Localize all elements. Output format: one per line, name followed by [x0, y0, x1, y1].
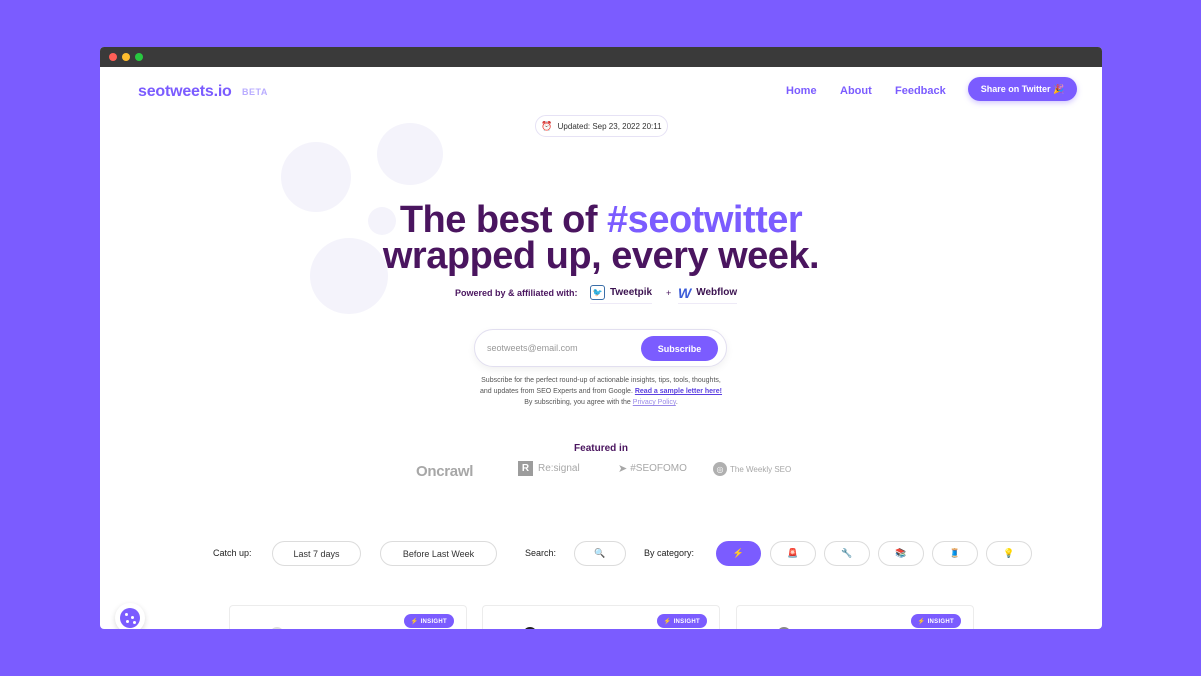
category-threads-button[interactable]: 🧵: [932, 541, 978, 566]
seofomo-name: #SEOFOMO: [630, 463, 687, 474]
alarm-clock-icon: ⏰: [541, 120, 553, 131]
cookie-icon: [120, 608, 140, 628]
tweet-card[interactable]: ⚡ INSIGHT: [736, 605, 974, 629]
tweetpik-logo-icon: 🐦: [590, 285, 605, 300]
weekly-seo-name: The Weekly SEO: [730, 464, 792, 474]
seofomo-logo: ➤ #SEOFOMO: [618, 462, 687, 475]
search-icon: 🔍: [594, 548, 606, 558]
siren-icon: 🚨: [787, 548, 799, 558]
catch-up-label: Catch up:: [213, 548, 252, 558]
tweet-card[interactable]: ⚡ INSIGHT: [482, 605, 720, 629]
page-content: seotweets.io BETA Home About Feedback Sh…: [100, 67, 1102, 629]
search-button[interactable]: 🔍: [574, 541, 626, 566]
avatar: [270, 627, 284, 629]
category-tools-button[interactable]: 🔧: [824, 541, 870, 566]
decorative-bubble: [377, 123, 443, 185]
thread-icon: 🧵: [949, 548, 961, 558]
category-badge: ⚡ INSIGHT: [656, 614, 707, 628]
nav-about-link[interactable]: About: [840, 85, 872, 97]
subscribe-button[interactable]: Subscribe: [641, 336, 718, 361]
lightning-icon: ⚡: [732, 548, 745, 558]
category-insight-button[interactable]: ⚡: [716, 541, 761, 566]
by-category-label: By category:: [644, 548, 695, 558]
resignal-name: Re:signal: [538, 463, 580, 474]
privacy-agreement: By subscribing, you agree with the Priva…: [100, 397, 1102, 408]
books-icon: 📚: [895, 548, 907, 558]
wrench-icon: 🔧: [841, 548, 853, 558]
email-input[interactable]: [487, 339, 637, 357]
partner-tweetpik[interactable]: 🐦 Tweetpik: [590, 282, 653, 304]
search-label: Search:: [525, 548, 557, 558]
partner-name: Tweetpik: [610, 287, 653, 298]
nav-feedback-link[interactable]: Feedback: [895, 85, 946, 97]
paper-plane-icon: ➤: [618, 463, 628, 475]
nav-home-link[interactable]: Home: [786, 85, 817, 97]
subscribe-description-line1: Subscribe for the perfect round-up of ac…: [481, 377, 721, 384]
browser-window: seotweets.io BETA Home About Feedback Sh…: [100, 47, 1102, 629]
resignal-mark-icon: R: [518, 461, 533, 476]
category-badge: ⚡ INSIGHT: [403, 614, 454, 628]
agreement-text: By subscribing, you agree with the: [524, 399, 631, 406]
weekly-seo-logo: ◎ The Weekly SEO: [713, 462, 791, 476]
agreement-suffix: .: [675, 399, 678, 406]
category-resources-button[interactable]: 📚: [878, 541, 924, 566]
description-text: and updates from SEO Experts and from Go…: [479, 388, 633, 395]
site-logo[interactable]: seotweets.io: [138, 83, 232, 101]
avatar: [523, 627, 537, 629]
minimize-window-dot[interactable]: [122, 53, 130, 61]
category-tips-button[interactable]: 💡: [986, 541, 1032, 566]
updated-timestamp: ⏰ Updated: Sep 23, 2022 20:11: [535, 115, 668, 137]
updated-text: Updated: Sep 23, 2022 20:11: [557, 121, 662, 131]
last-7-days-button[interactable]: Last 7 days: [272, 541, 361, 566]
sample-letter-link[interactable]: Read a sample letter here!: [635, 388, 722, 395]
close-window-dot[interactable]: [109, 53, 117, 61]
partner-webflow[interactable]: W Webflow: [678, 282, 738, 304]
webflow-logo-icon: W: [678, 284, 692, 301]
plus-sign: +: [666, 288, 672, 298]
powered-by-label: Powered by & affiliated with:: [455, 288, 578, 298]
cookie-settings-button[interactable]: [115, 603, 145, 629]
hero-headline-line2: wrapped up, every week.: [382, 235, 820, 277]
window-titlebar: [100, 47, 1102, 67]
maximize-window-dot[interactable]: [135, 53, 143, 61]
beta-badge: BETA: [242, 87, 268, 97]
featured-in-title: Featured in: [574, 443, 628, 454]
oncrawl-logo: Oncrawl: [416, 463, 474, 480]
hero-headline-line1: The best of #seotwitter: [100, 201, 1102, 239]
avatar: [777, 627, 791, 629]
subscribe-description-line2: and updates from SEO Experts and from Go…: [100, 386, 1102, 397]
partner-name: Webflow: [696, 287, 738, 298]
category-badge: ⚡ INSIGHT: [910, 614, 961, 628]
tweet-card[interactable]: ⚡ INSIGHT: [229, 605, 467, 629]
lightbulb-icon: 💡: [1003, 548, 1015, 558]
category-news-button[interactable]: 🚨: [770, 541, 816, 566]
share-on-twitter-button[interactable]: Share on Twitter 🎉: [968, 77, 1077, 101]
before-last-week-button[interactable]: Before Last Week: [380, 541, 497, 566]
privacy-policy-link[interactable]: Privacy Policy: [633, 399, 676, 406]
subscribe-form: Subscribe: [474, 329, 727, 367]
resignal-logo: R Re:signal: [518, 461, 580, 476]
magnifier-icon: ◎: [713, 462, 727, 476]
